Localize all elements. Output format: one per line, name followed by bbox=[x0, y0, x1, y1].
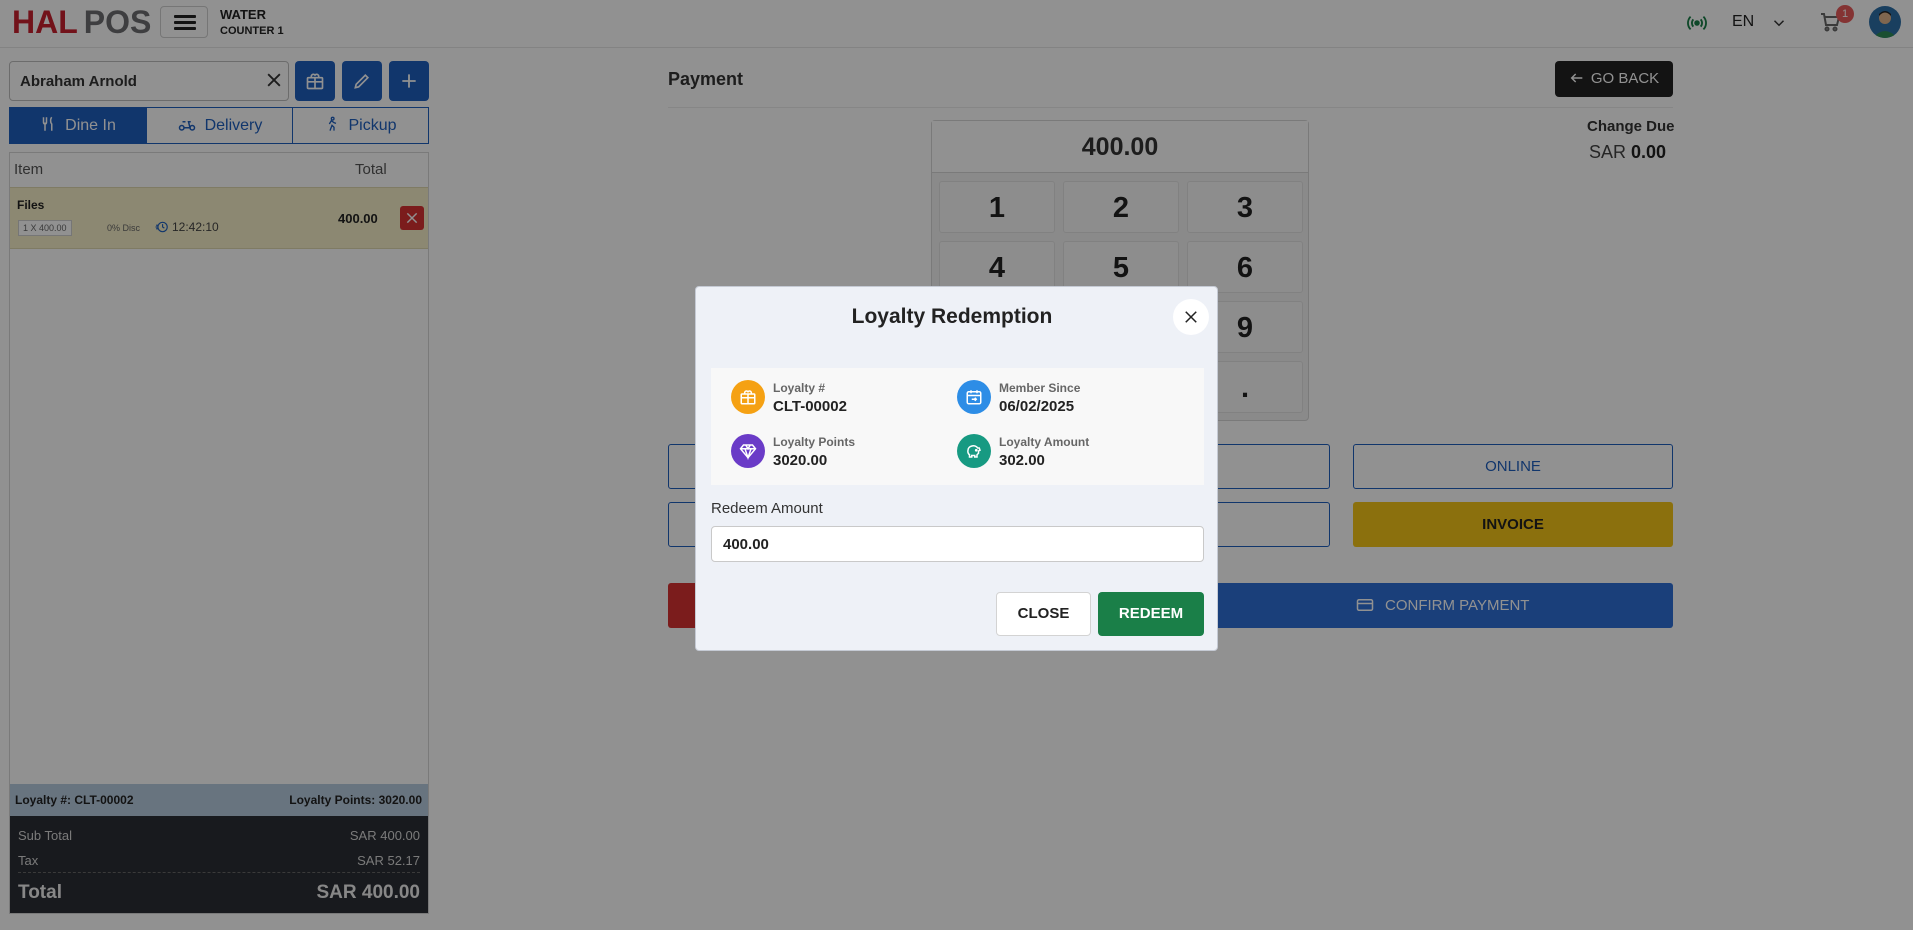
piggy-bank-icon bbox=[957, 434, 991, 468]
loyalty-number-value: CLT-00002 bbox=[773, 398, 847, 415]
loyalty-amount-label: Loyalty Amount bbox=[999, 435, 1090, 449]
modal-title: Loyalty Redemption bbox=[851, 305, 1053, 328]
modal-close-button[interactable] bbox=[1173, 299, 1209, 335]
calendar-icon bbox=[957, 380, 991, 414]
member-since-value: 06/02/2025 bbox=[999, 398, 1075, 415]
close-button[interactable]: CLOSE bbox=[996, 592, 1091, 636]
loyalty-info-box: Loyalty # CLT-00002 Member Since 06/02/2… bbox=[711, 368, 1204, 485]
close-icon bbox=[1185, 311, 1197, 323]
loyalty-amount-value: 302.00 bbox=[999, 452, 1045, 469]
loyalty-points-value: 3020.00 bbox=[773, 452, 828, 469]
redeem-button[interactable]: REDEEM bbox=[1098, 592, 1204, 636]
loyalty-redemption-modal: Loyalty Redemption Loyalty # CLT-00002 M… bbox=[695, 286, 1218, 651]
redeem-amount-label: Redeem Amount bbox=[711, 500, 823, 517]
gift-icon bbox=[731, 380, 765, 414]
loyalty-points-cell: Loyalty Points 3020.00 bbox=[731, 432, 961, 472]
loyalty-amount-cell: Loyalty Amount 302.00 bbox=[957, 432, 1187, 472]
member-since-cell: Member Since 06/02/2025 bbox=[957, 378, 1187, 418]
diamond-icon bbox=[731, 434, 765, 468]
loyalty-number-label: Loyalty # bbox=[773, 381, 826, 395]
member-since-label: Member Since bbox=[999, 381, 1081, 395]
loyalty-number-cell: Loyalty # CLT-00002 bbox=[731, 378, 961, 418]
redeem-amount-input[interactable]: 400.00 bbox=[711, 526, 1204, 562]
loyalty-points-label: Loyalty Points bbox=[773, 435, 856, 449]
